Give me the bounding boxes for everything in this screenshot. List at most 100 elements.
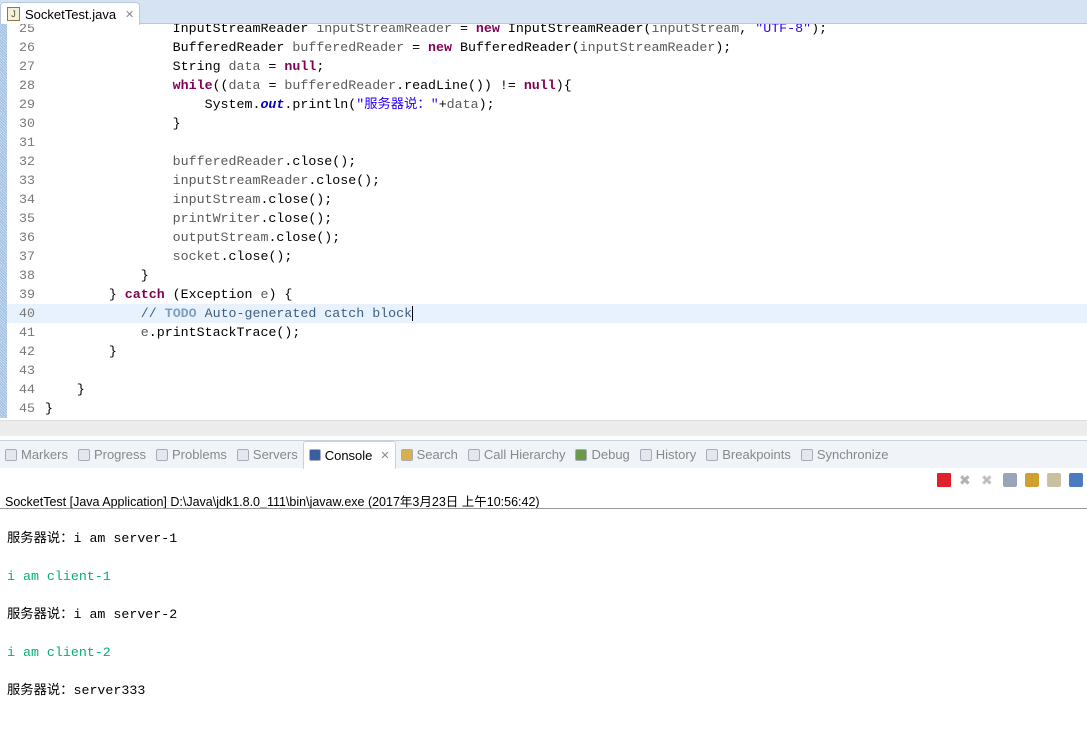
ruler-marker xyxy=(0,342,7,361)
code-text: inputStream.close(); xyxy=(45,190,333,209)
scroll-lock-icon[interactable] xyxy=(1025,473,1039,487)
line-number: 32 xyxy=(19,154,35,169)
code-token: new xyxy=(475,24,500,36)
code-text: outputStream.close(); xyxy=(45,228,341,247)
ruler-marker xyxy=(0,399,7,418)
console-line: i am client-2 xyxy=(7,645,111,660)
code-line: 29 System.out.println("服务器说："+data); xyxy=(0,95,1087,114)
code-text: e.printStackTrace(); xyxy=(45,323,301,342)
code-token: e xyxy=(140,325,149,340)
remove-all-launches-icon[interactable]: ✖ xyxy=(981,473,995,487)
code-token: BufferedReader xyxy=(45,40,293,55)
clear-console-icon[interactable] xyxy=(1003,473,1017,487)
code-token: new xyxy=(428,40,452,55)
code-line: 25 InputStreamReader inputStreamReader =… xyxy=(0,24,1087,38)
code-token: bufferedReader xyxy=(172,154,285,169)
code-token: } xyxy=(45,268,149,283)
code-text: } xyxy=(45,380,85,399)
code-token: TODO xyxy=(164,306,197,321)
text-cursor xyxy=(412,305,414,321)
line-number: 44 xyxy=(19,382,35,397)
ruler-marker xyxy=(0,266,7,285)
line-number: 33 xyxy=(19,173,35,188)
tab-debug[interactable]: Debug xyxy=(570,441,634,469)
tab-label: Synchronize xyxy=(816,447,889,462)
code-token: InputStreamReader( xyxy=(499,24,652,36)
word-wrap-icon[interactable] xyxy=(1047,473,1061,487)
code-editor[interactable]: 25 InputStreamReader inputStreamReader =… xyxy=(0,24,1087,420)
debug-icon xyxy=(575,448,588,461)
tab-label: Debug xyxy=(591,447,630,462)
code-token: inputStream xyxy=(172,192,261,207)
code-token: } xyxy=(45,344,117,359)
code-token: .close(); xyxy=(308,173,381,188)
code-token: ); xyxy=(478,97,495,112)
code-token: null xyxy=(523,78,556,93)
code-token: (( xyxy=(212,78,229,93)
editor-tab-sockettest[interactable]: J SocketTest.java ✕ xyxy=(0,2,140,25)
terminate-icon[interactable] xyxy=(937,473,951,487)
line-number: 38 xyxy=(19,268,35,283)
line-number: 35 xyxy=(19,211,35,226)
code-token: InputStreamReader xyxy=(45,24,317,36)
code-token: .close(); xyxy=(260,211,333,226)
tab-label: Markers xyxy=(21,447,68,462)
code-text: } xyxy=(45,114,181,133)
editor-horizontal-scrollbar[interactable] xyxy=(0,420,1087,436)
code-line: 44 } xyxy=(0,380,1087,399)
code-token: = xyxy=(404,40,429,55)
tab-search[interactable]: Search xyxy=(396,441,463,469)
tab-console[interactable]: Console ✕ xyxy=(302,440,396,469)
close-icon[interactable]: ✕ xyxy=(380,449,389,462)
code-token: .readLine()) != xyxy=(396,78,524,93)
close-icon[interactable]: ✕ xyxy=(125,8,134,21)
display-console-icon[interactable] xyxy=(1069,473,1083,487)
tab-synchronize[interactable]: Synchronize xyxy=(796,441,894,469)
tab-markers[interactable]: Markers xyxy=(0,441,73,469)
code-text: socket.close(); xyxy=(45,247,293,266)
remove-launch-icon[interactable]: ✖ xyxy=(959,473,973,487)
line-number: 36 xyxy=(19,230,35,245)
line-number: 30 xyxy=(19,116,35,131)
ruler-marker xyxy=(0,152,7,171)
console-line: 服务器说：server333 xyxy=(7,683,146,698)
code-token: + xyxy=(438,97,447,112)
tab-call-hierarchy[interactable]: Call Hierarchy xyxy=(463,441,571,469)
code-token: inputStream xyxy=(651,24,740,36)
ruler-marker xyxy=(0,228,7,247)
line-number: 34 xyxy=(19,192,35,207)
code-token: .printStackTrace(); xyxy=(148,325,301,340)
tab-label: Console xyxy=(324,447,373,463)
code-line: 38 } xyxy=(0,266,1087,285)
code-token: ) { xyxy=(268,287,293,302)
code-token: catch xyxy=(124,287,165,302)
ruler-marker xyxy=(0,380,7,399)
tab-progress[interactable]: Progress xyxy=(73,441,151,469)
tab-servers[interactable]: Servers xyxy=(232,441,303,469)
ruler-marker xyxy=(0,209,7,228)
line-number: 28 xyxy=(19,78,35,93)
code-token: inputStreamReader xyxy=(172,173,309,188)
code-token: socket xyxy=(172,249,221,264)
code-line: 27 String data = null; xyxy=(0,57,1087,76)
code-token: ){ xyxy=(555,78,572,93)
search-icon xyxy=(400,448,413,461)
tab-problems[interactable]: Problems xyxy=(151,441,232,469)
ruler-marker xyxy=(0,171,7,190)
ruler-marker xyxy=(0,76,7,95)
code-token: data xyxy=(446,97,479,112)
divider xyxy=(0,508,1087,509)
console-line: 服务器说：i am server-2 xyxy=(7,607,178,622)
code-line: 34 inputStream.close(); xyxy=(0,190,1087,209)
markers-icon xyxy=(5,448,17,461)
code-text: String data = null; xyxy=(45,57,325,76)
tab-breakpoints[interactable]: Breakpoints xyxy=(701,441,796,469)
code-text: BufferedReader bufferedReader = new Buff… xyxy=(45,38,732,57)
code-token: = xyxy=(451,24,476,36)
code-token: outputStream xyxy=(172,230,269,245)
tab-history[interactable]: History xyxy=(635,441,701,469)
code-token: while xyxy=(172,78,213,93)
console-output[interactable]: 服务器说：i am server-1 i am client-1 服务器说：i am… xyxy=(7,510,177,700)
